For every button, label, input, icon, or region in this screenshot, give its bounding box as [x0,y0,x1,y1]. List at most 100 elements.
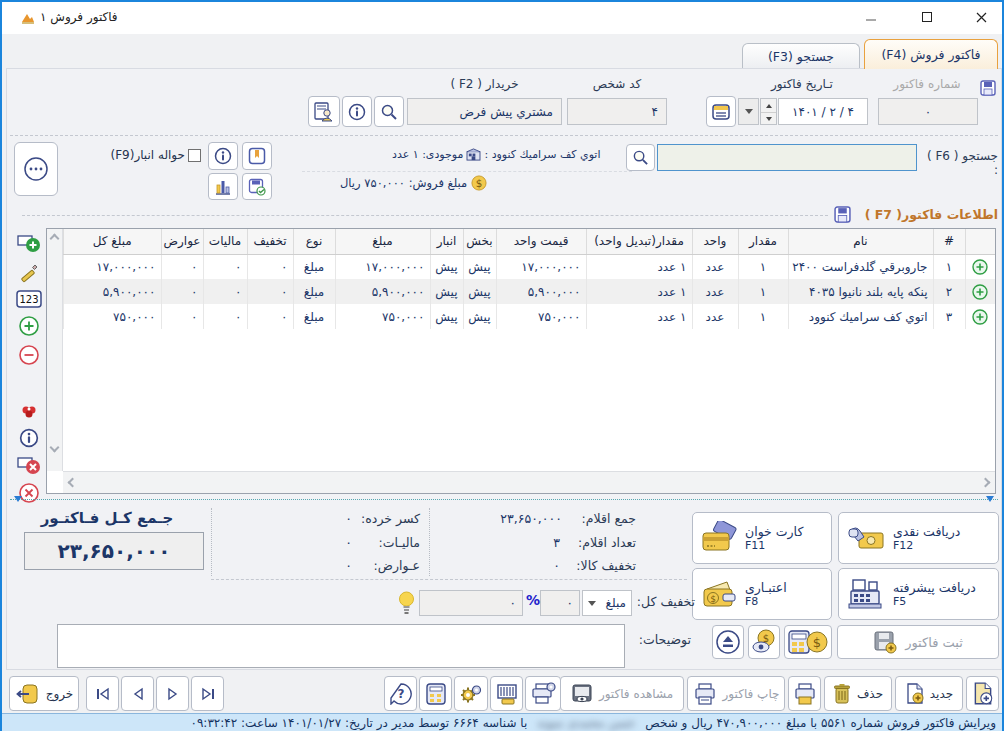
minimize-button[interactable] [854,2,888,32]
chart-button[interactable] [208,173,238,200]
view-invoice-button[interactable]: مشاهده فاکتور [560,676,684,711]
new-invoice-icon-button[interactable] [966,676,999,711]
nav-last-button[interactable] [191,676,224,711]
table-cell[interactable]: پیش [430,279,463,304]
delete-button[interactable]: حذف [824,676,892,711]
table-cell[interactable]: ۰ [161,304,203,329]
calc-money-button[interactable]: $ [784,625,832,659]
splitter-arrow-left[interactable] [14,496,22,502]
table-cell[interactable]: ۱ [933,254,965,279]
table-row[interactable]: ۲پنکه پایه بلند نانیوا ۴۰۳۵۱عدد۱ عدد۵,۹۰… [64,279,996,304]
table-cell[interactable]: ۰ [161,254,203,279]
exit-button[interactable]: خروج [9,676,79,711]
table-cell[interactable]: ۱ عدد [586,279,692,304]
invoice-date-field[interactable]: ۱۴۰۱ / ۲ / ۴ [778,98,868,125]
table-cell[interactable]: ۰ [161,279,203,304]
table-cell[interactable]: ۱۷,۰۰۰,۰۰۰ [496,254,586,279]
date-spinner[interactable] [760,98,777,125]
money-view-button[interactable]: $ [748,625,780,659]
settings-button[interactable] [454,676,488,711]
customer-details-button[interactable] [308,96,340,127]
calculator-button[interactable] [419,676,452,711]
table-cell[interactable]: ۷۵۰,۰۰۰ [496,304,586,329]
new-button[interactable]: جدید [895,676,963,711]
advanced-receive-button[interactable]: دریافت پیشرفتهF5 [838,568,999,620]
more-options-button[interactable] [14,142,58,196]
table-cell[interactable]: پیش [463,279,496,304]
gift-icon[interactable] [19,402,39,422]
notes-textarea[interactable] [57,624,625,668]
splitter-arrow-right[interactable] [986,496,994,502]
item-info-button[interactable] [208,142,238,170]
row-add-icon[interactable] [965,304,995,329]
discount-percent-input[interactable]: ۰ [419,590,523,616]
credit-button[interactable]: $ اعتبـاریF8 [692,568,832,620]
table-horizontal-scrollbar[interactable] [63,471,995,493]
warehouse-checkbox[interactable] [188,149,201,162]
nav-prev-button[interactable] [121,676,154,711]
table-cell[interactable]: ۰ [203,279,247,304]
buyer-search-button[interactable] [374,96,404,127]
table-cell[interactable]: ۷۵۰,۰۰۰ [335,304,430,329]
print-invoice-button[interactable]: چاپ فاکتور [687,676,785,711]
search-input[interactable] [657,144,917,171]
table-cell[interactable]: ۰ [247,304,293,329]
table-vertical-scrollbar[interactable] [47,229,63,471]
table-cell[interactable]: ۵,۹۰۰,۰۰۰ [335,279,430,304]
increase-icon[interactable] [18,315,40,337]
save-check-button[interactable] [242,173,272,200]
table-cell[interactable]: پیش [463,304,496,329]
table-cell[interactable]: پنکه پایه بلند نانیوا ۴۰۳۵ [788,279,933,304]
card-reader-button[interactable]: کارت خوانF11 [692,512,832,564]
table-cell[interactable]: ۱ [738,279,788,304]
table-cell[interactable]: مبلغ [293,304,335,329]
buyer-field[interactable]: مشتري پیش فرض [407,98,562,125]
delete-row-icon[interactable] [17,454,41,476]
eject-button[interactable] [712,625,744,659]
nav-next-button[interactable] [156,676,189,711]
table-cell[interactable]: ۱۷,۰۰۰,۰۰۰ [335,254,430,279]
table-cell[interactable]: ۱ عدد [586,304,692,329]
table-row[interactable]: ۳اتوي کف سرامیك کنوود۱عدد۱ عدد۷۵۰,۰۰۰پیش… [64,304,996,329]
date-dropdown-button[interactable] [738,98,759,125]
discount-type-select[interactable]: مبلغ [582,590,632,616]
table-row[interactable]: ۱جاروبرقي گلدفراست ۲۴۰۰۱عدد۱ عدد۱۷,۰۰۰,۰… [64,254,996,279]
row-add-icon[interactable] [965,254,995,279]
decrease-icon[interactable] [18,344,40,366]
table-cell[interactable]: عدد [692,254,738,279]
table-cell[interactable]: اتوي کف سرامیك کنوود [788,304,933,329]
table-cell[interactable]: ۵,۹۰۰,۰۰۰ [64,279,162,304]
table-cell[interactable]: ۰ [203,304,247,329]
table-cell[interactable]: ۷۵۰,۰۰۰ [64,304,162,329]
maximize-button[interactable] [910,2,944,32]
bookmark-button[interactable] [242,142,272,170]
barcode-print-button[interactable] [490,676,523,711]
close-button[interactable] [964,2,998,32]
splitter[interactable] [10,499,998,500]
table-cell[interactable]: مبلغ [293,279,335,304]
table-cell[interactable]: ۲ [933,279,965,304]
invoice-number-field[interactable]: ۰ [878,98,978,125]
table-cell[interactable]: ۰ [247,254,293,279]
table-cell[interactable]: عدد [692,304,738,329]
table-cell[interactable]: ۳ [933,304,965,329]
add-row-icon[interactable] [17,232,41,254]
table-cell[interactable]: پیش [430,254,463,279]
cash-receive-button[interactable]: دریافت نقدیF12 [838,512,999,564]
table-cell[interactable]: جاروبرقي گلدفراست ۲۴۰۰ [788,254,933,279]
discount-amount-input[interactable]: ۰ [540,590,580,616]
table-cell[interactable]: ۰ [203,254,247,279]
table-cell[interactable]: پیش [463,254,496,279]
nav-first-button[interactable] [86,676,119,711]
print-settings-button[interactable] [525,676,561,711]
table-cell[interactable]: ۰ [247,279,293,304]
row-add-icon[interactable] [965,279,995,304]
buyer-info-button[interactable] [342,96,372,127]
tab-sales-invoice[interactable]: فاکتور فروش (F4) [864,39,998,69]
quick-print-button[interactable] [788,676,821,711]
quantity-icon[interactable]: 123 [16,290,42,308]
submit-invoice-button[interactable]: ثبت فاکتور [837,625,999,659]
table-cell[interactable]: ۵,۹۰۰,۰۰۰ [496,279,586,304]
table-cell[interactable]: ۱ عدد [586,254,692,279]
info-row-icon[interactable] [19,428,39,448]
